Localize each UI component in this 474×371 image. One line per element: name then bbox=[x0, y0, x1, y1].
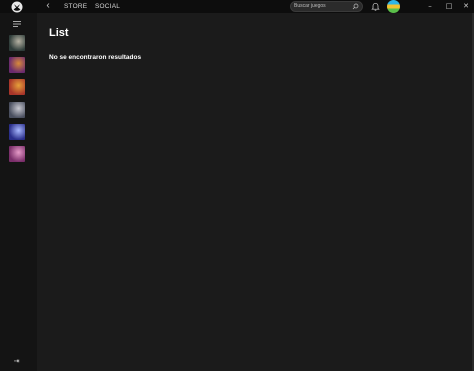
empty-results-message: No se encontraron resultados bbox=[49, 54, 142, 61]
maximize-icon[interactable]: □ bbox=[443, 0, 455, 12]
notifications-bell-icon[interactable] bbox=[371, 2, 380, 11]
xbox-logo-icon[interactable] bbox=[11, 1, 23, 13]
game-tile-5[interactable] bbox=[9, 124, 25, 140]
minimize-icon[interactable]: – bbox=[424, 0, 436, 12]
page-title: List bbox=[49, 27, 69, 39]
nav-store-link[interactable]: STORE bbox=[64, 0, 87, 13]
search-input[interactable]: Buscar juegos bbox=[290, 1, 363, 12]
sidebar: ⇥ bbox=[0, 13, 37, 371]
game-tile-1[interactable] bbox=[9, 35, 25, 51]
back-arrow-icon[interactable]: ‹ bbox=[43, 0, 53, 13]
nav-social-link[interactable]: SOCIAL bbox=[95, 0, 120, 13]
close-icon[interactable]: ✕ bbox=[460, 0, 472, 12]
game-tile-3[interactable] bbox=[9, 79, 25, 95]
main-content: List No se encontraron resultados bbox=[37, 13, 474, 371]
collapse-sidebar-icon[interactable]: ⇥ bbox=[12, 357, 21, 366]
game-tile-6[interactable] bbox=[9, 146, 25, 162]
title-bar: ‹ STORE SOCIAL Buscar juegos – □ ✕ bbox=[0, 0, 474, 13]
game-tile-2[interactable] bbox=[9, 57, 25, 73]
search-placeholder: Buscar juegos bbox=[294, 3, 326, 9]
profile-avatar[interactable] bbox=[387, 0, 400, 13]
search-icon[interactable] bbox=[352, 3, 359, 10]
game-tile-4[interactable] bbox=[9, 102, 25, 118]
menu-icon[interactable] bbox=[13, 21, 21, 27]
